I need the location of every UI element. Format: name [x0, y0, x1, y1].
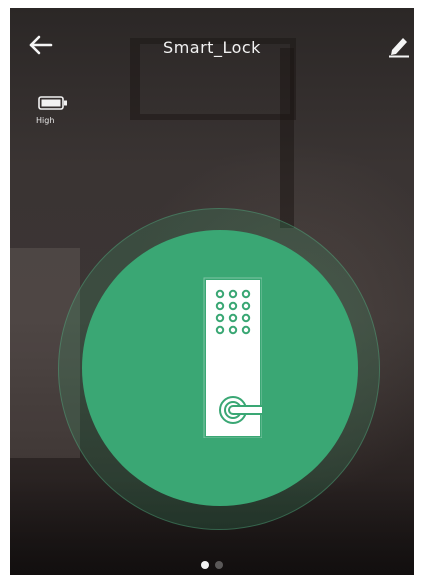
background-beam — [280, 48, 294, 228]
page-indicator — [10, 554, 414, 569]
battery-icon — [38, 96, 67, 110]
door-keypad-lock-icon — [203, 277, 262, 438]
page-dot[interactable] — [215, 561, 223, 569]
page-dot-active[interactable] — [201, 561, 209, 569]
top-bar: Smart_Lock — [10, 8, 414, 68]
edit-button[interactable] — [388, 34, 410, 58]
battery-level-label: High — [36, 116, 55, 125]
app-screen: Smart_Lock High — [0, 0, 424, 575]
smart-lock-screen: Smart_Lock High — [10, 8, 414, 575]
page-title: Smart_Lock — [163, 38, 261, 57]
pencil-icon — [389, 38, 409, 58]
